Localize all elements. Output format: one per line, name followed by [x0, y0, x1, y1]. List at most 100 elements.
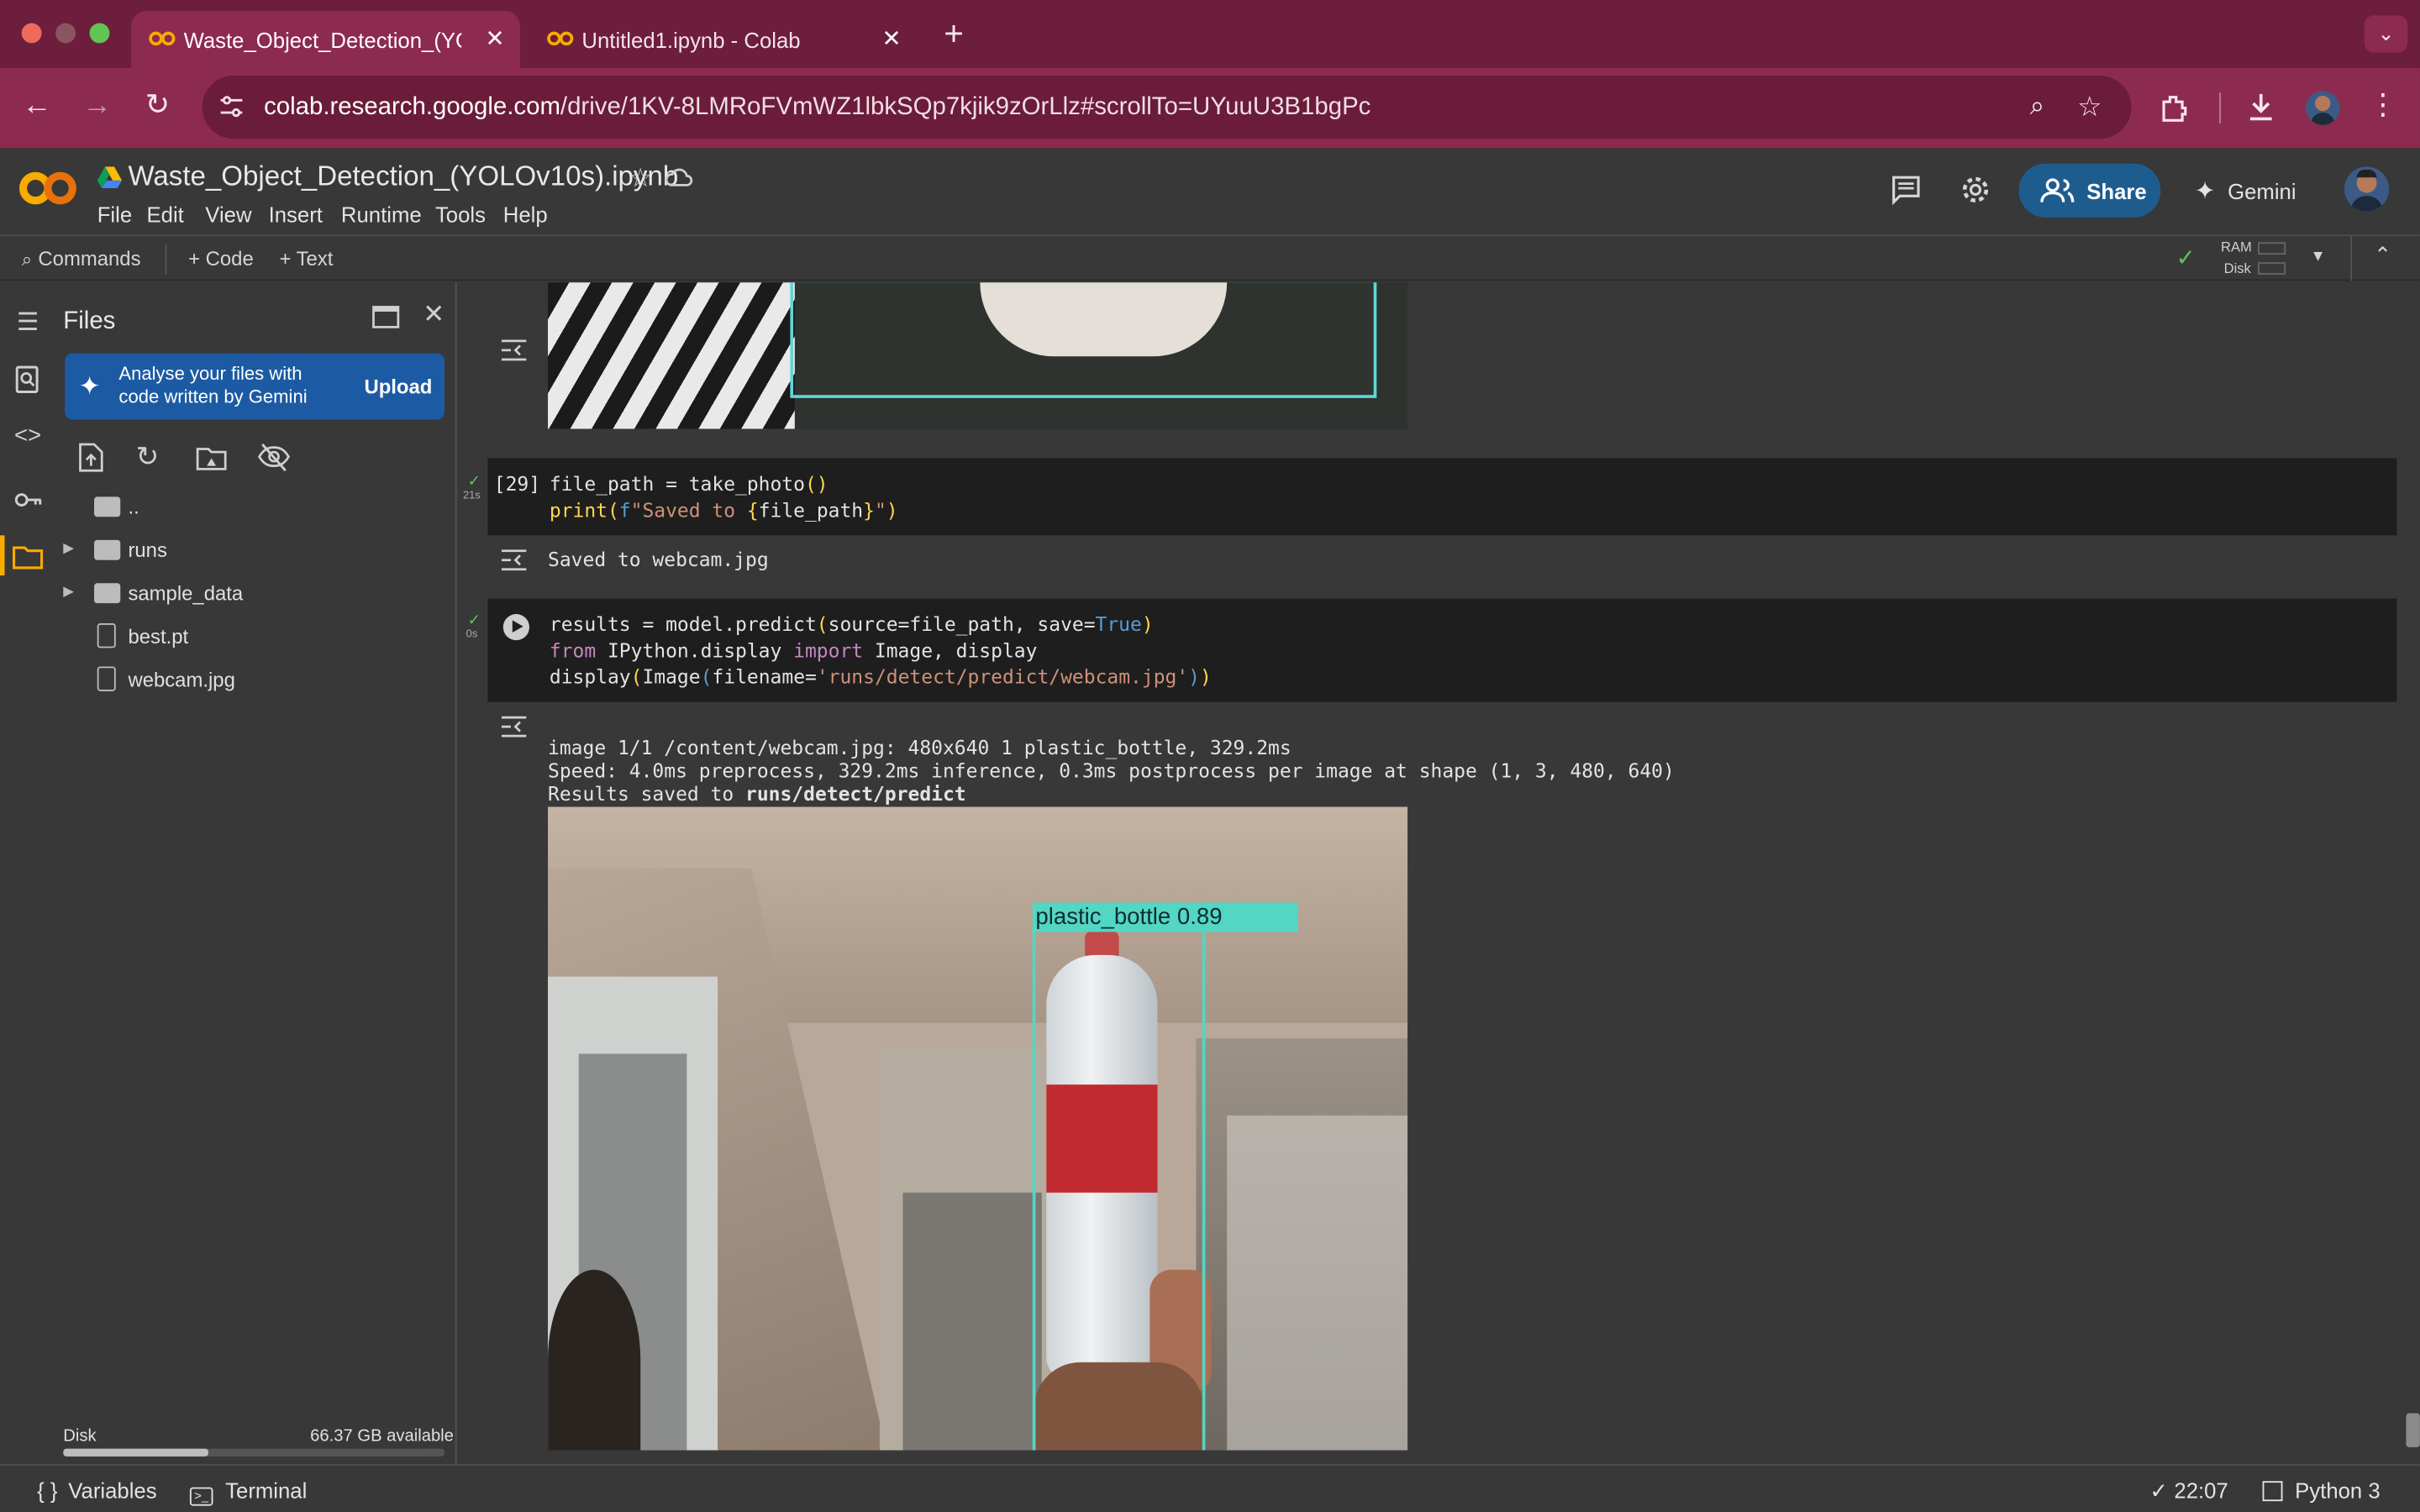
add-text-button[interactable]: + Text [279, 247, 333, 270]
folder-icon [94, 496, 121, 517]
star-notebook-icon[interactable]: ☆ [625, 160, 656, 197]
cloud-saved-icon[interactable] [665, 166, 693, 188]
menu-file[interactable]: File [97, 202, 132, 227]
expand-arrow-icon[interactable]: ▶ [63, 540, 74, 557]
settings-gear-icon[interactable] [1960, 175, 1991, 206]
scrollbar-thumb[interactable] [2406, 1413, 2420, 1447]
address-bar[interactable]: colab.research.google.com/drive/1KV-8LMR… [202, 75, 2132, 139]
table-of-contents-icon[interactable]: ☰ [13, 307, 44, 339]
find-replace-icon[interactable] [13, 364, 44, 395]
menu-edit[interactable]: Edit [146, 202, 183, 227]
profile-avatar[interactable] [2306, 91, 2340, 125]
detection-box [790, 282, 1377, 398]
collapse-header-icon[interactable]: ⌃ [2374, 242, 2392, 268]
code-line: display(Image(filename='runs/detect/pred… [549, 664, 1212, 689]
zoom-icon[interactable]: ⌕ [2020, 88, 2054, 125]
gemini-button[interactable]: ✦ Gemini [2195, 176, 2296, 207]
browser-menu-icon[interactable]: ⋮ [2367, 88, 2398, 125]
tree-item-webcam-jpg[interactable]: webcam.jpg [128, 668, 234, 691]
forward-icon[interactable]: → [79, 88, 116, 125]
minimize-window-button[interactable] [55, 23, 76, 44]
url-path: /drive/1KV-8LMRoFVmWZ1lbkSQp7kjik9zOrLlz… [560, 93, 1371, 120]
hide-files-icon[interactable] [257, 443, 291, 472]
code-cell[interactable]: results = model.predict(source=file_path… [487, 598, 2397, 702]
runtime-status[interactable]: ✓ 22:07 [2150, 1478, 2228, 1504]
close-window-button[interactable] [21, 23, 42, 44]
menu-help[interactable]: Help [503, 202, 548, 227]
screen: Waste_Object_Detection_(YOLOv10s).ipynb … [0, 0, 2420, 1512]
menu-insert[interactable]: Insert [269, 202, 323, 227]
output-toggle-icon[interactable] [500, 548, 528, 572]
menu-runtime[interactable]: Runtime [341, 202, 422, 227]
ram-label[interactable]: RAM [2221, 239, 2252, 255]
browser-tab-active[interactable]: Waste_Object_Detection_(YOLOv10s).ipynb … [131, 10, 520, 68]
files-folder-icon[interactable] [12, 542, 44, 573]
disk-usage-fill [63, 1448, 208, 1457]
tree-item-sample-data[interactable]: sample_data [128, 581, 243, 605]
zoom-window-button[interactable] [89, 23, 110, 44]
mount-drive-icon[interactable] [196, 446, 227, 470]
exec-count: [29] [493, 472, 541, 496]
disk-available: 66.37 GB available [310, 1426, 454, 1446]
notebook-title[interactable]: Waste_Object_Detection_(YOLOv10s).ipynb [128, 160, 678, 193]
close-tab-icon[interactable]: ✕ [882, 24, 902, 52]
download-icon[interactable] [2245, 91, 2276, 123]
runtime-type[interactable]: Python 3 [2262, 1478, 2381, 1503]
new-tab-icon[interactable]: + [935, 14, 972, 52]
previous-output-image [548, 282, 1408, 429]
gemini-promo-card: ✦ Analyse your files with code written b… [65, 353, 445, 420]
site-info-icon[interactable] [218, 94, 245, 118]
secrets-key-icon[interactable] [13, 485, 44, 516]
back-icon[interactable]: ← [18, 88, 55, 125]
open-in-new-window-icon[interactable] [372, 306, 400, 329]
code-line: print(f"Saved to {file_path}") [549, 498, 898, 522]
terminal-button[interactable]: >_ Terminal [189, 1478, 307, 1506]
disk-meter [2258, 262, 2286, 275]
code-line: results = model.predict(source=file_path… [549, 612, 1154, 636]
code-cell[interactable]: [29] file_path = take_photo() print(f"Sa… [487, 458, 2397, 536]
disk-usage-bar [63, 1448, 445, 1457]
reload-icon[interactable]: ↻ [139, 88, 176, 125]
exec-success-icon: ✓ [467, 473, 481, 491]
tab-search-icon[interactable]: ⌄ [2364, 15, 2408, 53]
search-icon: ⌕ [21, 248, 33, 270]
comments-icon[interactable] [1891, 175, 1922, 206]
close-tab-icon[interactable]: ✕ [485, 24, 504, 52]
detection-result-image: plastic_bottle 0.89 [548, 806, 1408, 1451]
browser-tab[interactable]: Untitled1.ipynb - Colab ✕ [529, 11, 917, 68]
share-button[interactable]: Share [2018, 163, 2161, 218]
extensions-icon[interactable] [2160, 92, 2191, 123]
browser-tab-strip: Waste_Object_Detection_(YOLOv10s).ipynb … [0, 0, 2420, 68]
close-panel-icon[interactable]: ✕ [423, 299, 445, 330]
add-code-button[interactable]: + Code [188, 247, 254, 270]
google-drive-icon [97, 166, 123, 189]
upload-file-icon[interactable] [79, 443, 103, 472]
disk-footer-label: Disk [63, 1426, 97, 1446]
code-snippets-icon[interactable]: <> [13, 423, 44, 454]
output-line: Speed: 4.0ms preprocess, 329.2ms inferen… [548, 759, 1675, 783]
output-toggle-icon[interactable] [500, 714, 528, 738]
refresh-icon[interactable]: ↻ [136, 441, 160, 474]
account-avatar[interactable] [2344, 166, 2390, 212]
disk-label[interactable]: Disk [2224, 260, 2251, 276]
upload-button[interactable]: Upload [364, 375, 432, 398]
tree-item-best-pt[interactable]: best.pt [128, 625, 188, 648]
output-toggle-icon[interactable] [500, 338, 528, 362]
file-icon [97, 666, 116, 691]
commands-button[interactable]: ⌕ Commands [22, 247, 141, 271]
tree-item-parent[interactable]: .. [128, 496, 139, 519]
tree-item-runs[interactable]: runs [128, 538, 166, 562]
variables-button[interactable]: { } Variables [37, 1478, 156, 1503]
notebook-area: ✓ 21s [29] file_path = take_photo() prin… [458, 282, 2420, 1465]
run-cell-button[interactable] [502, 614, 529, 641]
expand-arrow-icon[interactable]: ▶ [63, 583, 74, 600]
tab-title: Waste_Object_Detection_(YOLOv10s).ipynb … [183, 27, 462, 52]
colab-logo-icon[interactable] [18, 170, 77, 207]
menu-tools[interactable]: Tools [435, 202, 486, 227]
bookmark-star-icon[interactable]: ☆ [2073, 88, 2107, 125]
menu-view[interactable]: View [205, 202, 251, 227]
folder-icon [94, 583, 121, 604]
check-icon: ✓ [2149, 1478, 2169, 1503]
runtime-dropdown-icon[interactable]: ▼ [2311, 249, 2326, 265]
status-bar: { } Variables >_ Terminal ✓ 22:07 Python 3 [0, 1464, 2420, 1512]
